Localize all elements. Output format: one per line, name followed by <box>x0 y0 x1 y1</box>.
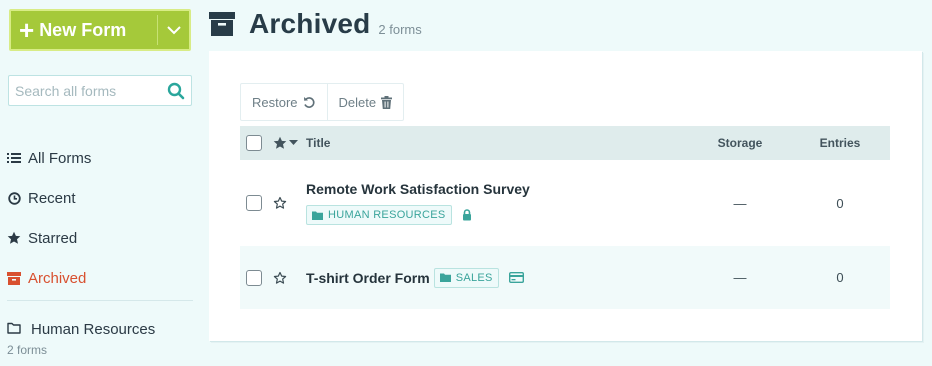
star-icon <box>273 136 287 149</box>
trash-icon <box>381 95 393 109</box>
folder-label: Human Resources <box>31 321 156 338</box>
forms-panel: Restore Delete Title Storage Entries Rem… <box>209 51 922 341</box>
page-count: 2 forms <box>378 21 422 37</box>
column-title[interactable]: Title <box>306 136 690 150</box>
row-checkbox[interactable] <box>246 195 262 211</box>
folder-tag-label: HUMAN RESOURCES <box>328 209 446 221</box>
storage-value: — <box>733 270 747 285</box>
new-form-button[interactable]: + New Form <box>9 9 191 51</box>
row-checkbox[interactable] <box>246 269 262 286</box>
page-title: Archived <box>249 8 371 39</box>
sidebar-folder-human-resources[interactable]: Human Resources 2 forms <box>7 321 155 357</box>
new-form-dropdown-toggle[interactable] <box>157 15 189 45</box>
star-icon <box>7 231 21 245</box>
sidebar-item-label: Recent <box>28 189 76 207</box>
folder-icon <box>312 211 323 220</box>
caret-down-icon <box>289 140 298 145</box>
table-header: Title Storage Entries <box>240 126 890 160</box>
new-form-label: New Form <box>39 19 127 40</box>
storage-value: — <box>733 195 747 211</box>
star-toggle[interactable] <box>273 196 306 210</box>
star-outline-icon <box>273 271 287 284</box>
select-all-checkbox[interactable] <box>246 135 262 151</box>
restore-label: Restore <box>252 94 298 110</box>
folder-tag[interactable]: HUMAN RESOURCES <box>306 205 452 225</box>
list-icon <box>7 151 21 165</box>
chevron-down-icon <box>166 25 181 34</box>
column-entries[interactable]: Entries <box>790 136 890 150</box>
folder-icon <box>7 321 21 338</box>
sidebar-item-all-forms[interactable]: All Forms <box>7 138 197 178</box>
sidebar-item-label: Archived <box>28 269 87 287</box>
sidebar-item-label: Starred <box>28 229 78 247</box>
form-title-link[interactable]: Remote Work Satisfaction Survey <box>306 181 690 197</box>
folder-count: 2 forms <box>7 343 48 357</box>
search-icon[interactable] <box>167 82 185 105</box>
plus-icon: + <box>19 15 35 45</box>
sidebar-nav: All Forms Recent Starred Archived <box>7 138 197 298</box>
star-sort-toggle[interactable] <box>273 136 306 150</box>
sidebar-item-starred[interactable]: Starred <box>7 218 197 258</box>
folder-tag[interactable]: SALES <box>433 267 499 288</box>
folder-tag-label: SALES <box>455 271 493 284</box>
table-row[interactable]: T-shirt Order Form SALES — 0 <box>240 246 890 309</box>
sidebar-divider <box>7 300 193 301</box>
entries-value: 0 <box>836 195 844 211</box>
lock-icon <box>462 209 472 221</box>
table-row[interactable]: Remote Work Satisfaction Survey HUMAN RE… <box>240 160 890 246</box>
credit-card-icon <box>508 272 524 283</box>
star-outline-icon <box>273 196 287 209</box>
page-header: Archived 2 forms <box>209 8 422 40</box>
sidebar-item-recent[interactable]: Recent <box>7 178 197 218</box>
column-storage[interactable]: Storage <box>690 136 790 150</box>
bulk-actions-toolbar: Restore Delete <box>240 83 405 121</box>
star-toggle[interactable] <box>273 271 306 285</box>
search-input[interactable] <box>9 76 159 105</box>
delete-label: Delete <box>338 94 377 110</box>
sidebar-item-archived[interactable]: Archived <box>7 258 197 298</box>
archive-icon <box>209 11 235 37</box>
delete-button[interactable]: Delete <box>326 84 404 120</box>
forms-table: Title Storage Entries Remote Work Satisf… <box>240 126 890 309</box>
archive-icon <box>7 271 21 285</box>
undo-icon <box>303 96 316 109</box>
sidebar-item-label: All Forms <box>28 149 92 167</box>
form-title-link[interactable]: T-shirt Order Form <box>306 270 430 286</box>
folder-icon <box>439 273 451 282</box>
entries-value: 0 <box>836 270 844 285</box>
restore-button[interactable]: Restore <box>241 84 327 120</box>
search-box <box>8 75 192 106</box>
clock-icon <box>7 191 21 205</box>
